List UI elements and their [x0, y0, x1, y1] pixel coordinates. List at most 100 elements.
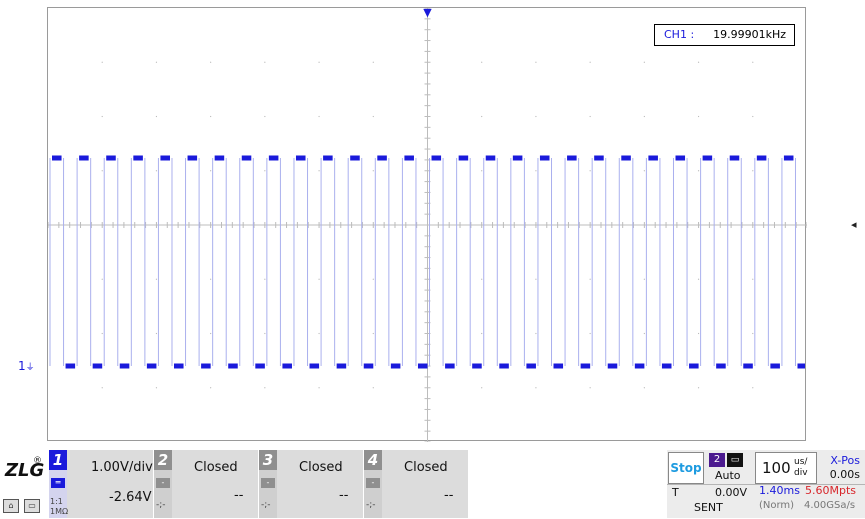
grid-dot — [264, 115, 266, 118]
trigger-level[interactable]: 0.00V — [715, 486, 747, 499]
trigger-mode[interactable]: Auto — [715, 469, 741, 482]
channel-4-state: Closed — [404, 460, 448, 475]
grid-dot — [535, 61, 537, 63]
channel-1-probe: 1:1 — [50, 497, 63, 506]
channel-2-small: -;- — [156, 500, 166, 510]
channel-1-offset: -2.64V — [109, 490, 152, 505]
channel-2-coupling: - — [156, 478, 170, 488]
grid-dot — [210, 278, 212, 280]
grid-dot — [643, 61, 645, 63]
timebase-unit-bottom: div — [794, 468, 808, 478]
grid-dot — [643, 170, 645, 172]
channel-3-panel[interactable]: 3 - Closed -;- -- — [259, 450, 363, 518]
grid-dot — [535, 170, 537, 172]
measurement-value: 19.99901kHz — [713, 28, 786, 41]
channel-1-number: 1 — [49, 450, 67, 470]
grid-dot — [372, 387, 374, 389]
grid-dot — [210, 115, 212, 118]
grid-dot — [372, 61, 374, 63]
grid-dot — [372, 115, 374, 118]
grid-dot — [697, 115, 700, 118]
waveform-display[interactable]: ▼ — [47, 7, 807, 442]
run-stop-button[interactable]: Stop — [668, 452, 704, 484]
channel-2-panel[interactable]: 2 - Closed -;- -- — [154, 450, 258, 518]
grid-dot — [589, 332, 591, 335]
grid-dot — [264, 332, 266, 335]
grid-dot — [643, 387, 645, 389]
sample-rate: 4.00GSa/s — [804, 500, 856, 511]
grid-dot — [697, 332, 700, 335]
grid-dot — [210, 332, 212, 335]
channel-1-panel[interactable]: 1 ═ 1:1 1MΩ 1.00V/div -2.64V — [49, 450, 153, 518]
channel-1-ground-marker[interactable]: 1⏚ — [18, 359, 35, 373]
grid-dot — [589, 115, 591, 118]
timebase-unit-top: us/ — [794, 457, 808, 467]
trigger-position[interactable]: 1.40ms — [759, 484, 800, 497]
logo-area: ZLG ® ⌂ ▭ — [0, 448, 47, 519]
grid-dot — [372, 332, 374, 335]
timebase-value: 100 — [762, 459, 791, 477]
channel-4-small: -;- — [366, 500, 376, 510]
grid-dot — [535, 387, 537, 389]
memory-depth[interactable]: 5.60Mpts — [805, 484, 856, 497]
grid-dot — [318, 332, 320, 335]
channel-1-scale: 1.00V/div — [91, 460, 153, 475]
channel-4-panel[interactable]: 4 - Closed -;- -- — [364, 450, 468, 518]
grid-dot — [535, 115, 537, 118]
bottom-status-bar: ZLG ® ⌂ ▭ 1 ═ 1:1 1MΩ 1.00V/div -2.64V 2… — [0, 448, 865, 519]
side-panel-arrow-icon[interactable]: ◂ — [851, 218, 857, 231]
screen-icon[interactable]: ▭ — [24, 499, 40, 513]
grid-dot — [210, 387, 212, 389]
grid-dot — [155, 170, 158, 172]
channel-3-offset: -- — [339, 488, 349, 503]
grid-dot — [481, 115, 483, 118]
grid-dot — [264, 278, 266, 280]
grid-dot — [697, 170, 700, 172]
oscilloscope-screen: ▼ CH1 : 19.99901kHz 1⏚ ◂ ZLG ® ⌂ ▭ 1 ═ 1… — [0, 0, 865, 519]
grid-dot — [155, 115, 158, 118]
grid-dot — [264, 170, 266, 172]
timebase-control[interactable]: 100 us/ div — [755, 452, 817, 484]
grid-dot — [264, 387, 266, 389]
trigger-edge-icon[interactable]: ▭ — [727, 453, 743, 467]
grid-dot — [697, 61, 700, 63]
xpos-value[interactable]: 0.00s — [830, 468, 860, 481]
channel-3-small: -;- — [261, 500, 271, 510]
grid-dot — [318, 387, 320, 389]
xpos-label: X-Pos — [830, 454, 860, 467]
grid-dot — [589, 387, 591, 389]
channel-4-offset: -- — [444, 488, 454, 503]
grid-dot — [535, 278, 537, 280]
grid-dot — [264, 61, 266, 63]
channel-2-offset: -- — [234, 488, 244, 503]
acquisition-status-panel: Stop 2 ▭ Auto 100 us/ div X-Pos 0.00s T … — [667, 450, 865, 518]
measurement-label: CH1 : — [664, 28, 695, 41]
grid-dot — [752, 387, 754, 389]
grid-dot — [481, 61, 483, 63]
grid-dot — [318, 278, 320, 280]
grid-dot — [643, 332, 645, 335]
grid-dot — [752, 278, 754, 280]
channel-1-tab: 1 ═ 1:1 1MΩ — [49, 450, 68, 518]
channel-3-number: 3 — [259, 450, 277, 470]
channel-3-coupling: - — [261, 478, 275, 488]
grid-dot — [697, 387, 700, 389]
grid-dot — [372, 278, 374, 280]
grid-dot — [752, 332, 754, 335]
trigger-position-marker: ▼ — [423, 8, 432, 19]
grid-dot — [481, 170, 483, 172]
grid-dot — [318, 115, 320, 118]
grid-dot — [210, 61, 212, 63]
network-icon[interactable]: ⌂ — [3, 499, 19, 513]
grid-dot — [155, 61, 158, 63]
grid-dot — [155, 387, 158, 389]
grid-dot — [535, 332, 537, 335]
grid-dot — [210, 170, 212, 172]
grid-dot — [101, 61, 103, 63]
channel-2-number: 2 — [154, 450, 172, 470]
grid-dot — [318, 170, 320, 172]
trigger-source-badge[interactable]: 2 — [709, 453, 725, 467]
channel-2-state: Closed — [194, 460, 238, 475]
frequency-measurement-box[interactable]: CH1 : 19.99901kHz — [654, 24, 795, 46]
grid-dot — [481, 387, 483, 389]
